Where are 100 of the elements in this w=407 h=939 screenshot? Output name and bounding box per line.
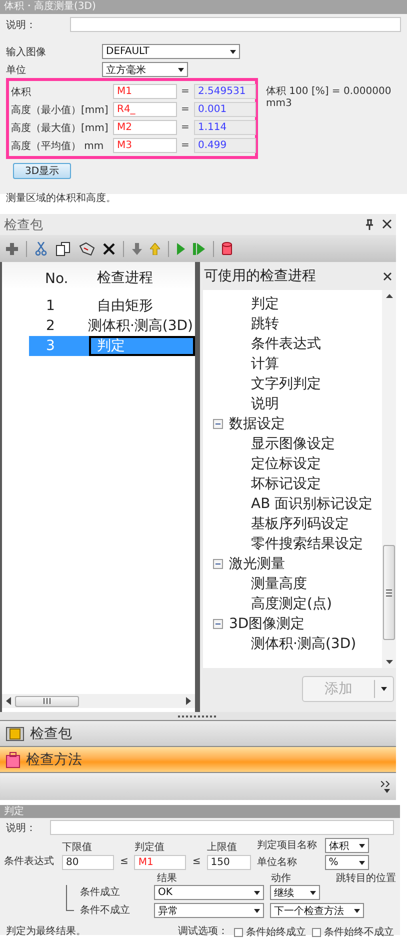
tree-item[interactable]: 显示图像设定 — [203, 434, 382, 454]
tree-item[interactable]: 跳转 — [203, 314, 382, 334]
caret-icon — [230, 50, 236, 54]
delete-icon[interactable] — [103, 242, 115, 254]
expression-field[interactable]: M2 — [113, 120, 177, 135]
lower-limit-label: 下限值 — [62, 842, 93, 854]
row-number[interactable]: 2 — [29, 316, 80, 336]
caret-icon — [358, 844, 365, 848]
puzzle-icon — [6, 752, 20, 768]
result-field: 2.549531 — [194, 84, 256, 99]
nav-tab[interactable]: 检查方法 — [0, 746, 396, 772]
description-label: 说明： — [6, 18, 37, 32]
grip-icon — [386, 588, 392, 596]
scrollbar-thumb[interactable] — [383, 545, 395, 640]
bracket-line — [66, 885, 74, 911]
action-dropdown[interactable]: 继续 — [270, 885, 320, 900]
scroll-right-icon[interactable] — [186, 697, 191, 705]
caret-icon — [354, 908, 360, 912]
unit-label: 单位 — [6, 64, 27, 76]
action-header: 动作 — [271, 873, 292, 885]
debug-checkbox[interactable]: 条件始终成立 — [234, 925, 306, 939]
result-dropdown[interactable]: 异常 — [154, 903, 264, 918]
tree-group[interactable]: 激光测量 — [229, 555, 285, 573]
equals-sign: = — [181, 104, 190, 115]
description-label: 说明： — [6, 822, 37, 834]
tree-item[interactable]: 测体积·测高(3D) — [203, 634, 382, 654]
collapse-icon[interactable] — [213, 419, 223, 429]
column-header[interactable]: No. — [37, 271, 89, 287]
collapse-icon[interactable] — [213, 619, 223, 629]
item-name-dropdown[interactable]: 体积 — [324, 838, 369, 853]
arrow-down-icon[interactable] — [132, 242, 142, 254]
scroll-down-icon[interactable] — [386, 660, 392, 664]
item-name-label: 判定项目名称 — [256, 840, 318, 852]
debug-checkbox[interactable]: 条件始终不成立 — [312, 925, 394, 939]
expression-field[interactable]: M1 — [113, 84, 177, 99]
condition-label: 条件成立 — [80, 886, 121, 898]
tree-item[interactable]: 文字列判定 — [203, 374, 382, 394]
more-icon[interactable] — [381, 780, 390, 786]
process-name[interactable]: 测体积·测高(3D) — [80, 316, 195, 336]
caret-icon[interactable] — [384, 788, 390, 792]
close-icon[interactable] — [383, 272, 392, 280]
nav-tab[interactable]: 检查包 — [0, 720, 396, 746]
equals-sign: = — [181, 140, 190, 151]
unit-dropdown[interactable]: 立方毫米 — [102, 62, 188, 77]
tree-item[interactable]: 零件搜索结果设定 — [203, 534, 382, 554]
volume-note: 体积 100 [%] = 0.000000 mm3 — [265, 85, 392, 109]
tree-item[interactable]: 基板序列码设定 — [203, 514, 382, 534]
tree-item[interactable]: 坏标记设定 — [203, 474, 382, 494]
unit-name-dropdown[interactable]: % — [324, 855, 369, 870]
description-field[interactable] — [50, 820, 394, 835]
3d-display-button[interactable]: 3D显示 — [13, 163, 71, 179]
operator: ≤ — [192, 856, 201, 869]
input-image-label: 输入图像 — [6, 46, 47, 58]
tree-item[interactable]: 高度测定(点) — [203, 594, 382, 614]
tree-item[interactable]: 说明 — [203, 394, 382, 414]
panel-title: 检查包 — [4, 216, 43, 234]
collapse-icon[interactable] — [213, 559, 223, 569]
row-number[interactable]: 1 — [29, 296, 89, 316]
description-field[interactable] — [70, 17, 401, 32]
tree-item[interactable]: 条件表达式 — [203, 334, 382, 354]
process-name[interactable]: 自由矩形 — [89, 296, 195, 316]
pin-icon[interactable] — [365, 219, 374, 230]
upper-limit-field[interactable]: 150 — [206, 855, 251, 870]
grip-icon — [43, 698, 51, 704]
expression-field[interactable]: M3 — [113, 138, 177, 153]
tree-item[interactable]: 判定 — [203, 294, 382, 314]
judge-value-field[interactable]: M1 — [134, 855, 186, 870]
arrow-up-icon[interactable] — [150, 242, 160, 254]
footer-text: 判定为最终结果。 — [6, 926, 87, 938]
column-header[interactable]: 检查进程 — [89, 269, 153, 287]
scissors-icon[interactable] — [35, 242, 47, 256]
tree-group[interactable]: 3D图像测定 — [229, 615, 305, 633]
caret-icon — [254, 890, 260, 894]
panel-title: 可使用的检查进程 — [204, 267, 316, 285]
tree-item[interactable]: 定位标设定 — [203, 454, 382, 474]
tree-item[interactable]: 计算 — [203, 354, 382, 374]
jump-header: 跳转目的位置 — [336, 873, 396, 885]
splitter-grip-icon[interactable] — [178, 714, 218, 718]
plus-icon[interactable] — [6, 242, 18, 254]
expression-field[interactable]: R4_ — [113, 102, 177, 117]
tree-group[interactable]: 数据设定 — [229, 415, 285, 433]
action-dropdown[interactable]: 下一个检查方法 — [270, 903, 364, 918]
copy-icon[interactable] — [55, 242, 71, 256]
result-dropdown[interactable]: OK — [154, 885, 264, 900]
scroll-left-icon[interactable] — [6, 697, 11, 705]
input-image-dropdown[interactable]: DEFAULT — [102, 44, 240, 59]
close-icon[interactable] — [382, 219, 392, 229]
judge-value-label: 判定值 — [134, 842, 166, 854]
measurement-label: 体积 — [11, 86, 32, 98]
lower-limit-field[interactable]: 80 — [62, 855, 114, 870]
panel-title: 体积・高度测量(3D) — [0, 0, 407, 14]
caret-icon — [254, 908, 260, 912]
result-field: 1.114 — [194, 120, 256, 135]
measurement-label: 高度（最大值）[mm] — [11, 122, 109, 134]
tree-item[interactable]: 测量高度 — [203, 574, 382, 594]
cylinder-icon[interactable] — [222, 242, 232, 256]
unit-name-label: 单位名称 — [256, 856, 298, 868]
tree-item[interactable]: AB 面识别标记设定 — [203, 494, 382, 514]
scrollbar-thumb[interactable] — [15, 696, 79, 706]
scroll-up-icon[interactable] — [386, 294, 392, 298]
